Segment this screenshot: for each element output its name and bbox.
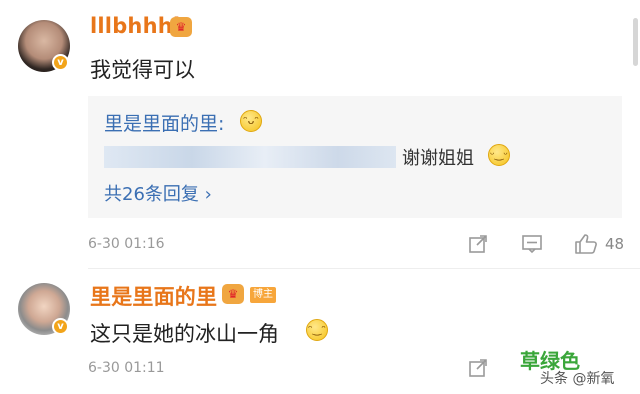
timestamp: 6-30 01:11 bbox=[88, 360, 165, 376]
divider bbox=[88, 268, 640, 269]
share-icon[interactable] bbox=[466, 232, 490, 256]
watermark-source: 头条 @新氧 bbox=[540, 371, 615, 387]
crown-badge-icon: ♛ bbox=[222, 284, 244, 304]
verified-icon: v bbox=[52, 54, 69, 71]
reply-author[interactable]: 里是里面的里: bbox=[104, 109, 224, 136]
scrollbar[interactable] bbox=[633, 18, 638, 66]
share-icon[interactable] bbox=[466, 356, 490, 380]
comment-icon[interactable] bbox=[520, 232, 544, 256]
emoji-icon: ᵔᴗᵔ bbox=[240, 110, 262, 132]
emoji-icon: ᵔ‿ᵔ bbox=[306, 319, 328, 341]
timestamp: 6-30 01:16 bbox=[88, 236, 165, 252]
comment-text: 这只是她的冰山一角 bbox=[90, 322, 279, 346]
comment-text: 我觉得可以 bbox=[90, 58, 195, 82]
blurred-text bbox=[104, 146, 396, 168]
owner-badge: 博主 bbox=[250, 287, 276, 303]
like-icon[interactable] bbox=[573, 231, 599, 257]
reply-text: 谢谢姐姐 bbox=[402, 148, 474, 169]
crown-badge-icon: ♛ bbox=[170, 17, 192, 37]
verified-icon: v bbox=[52, 318, 69, 335]
like-count: 48 bbox=[605, 235, 625, 253]
emoji-icon: ᵕ‿ᵕ bbox=[488, 144, 510, 166]
reply-count-link[interactable]: 共26条回复 › bbox=[104, 180, 212, 206]
username[interactable]: 里是里面的里 bbox=[90, 281, 217, 311]
